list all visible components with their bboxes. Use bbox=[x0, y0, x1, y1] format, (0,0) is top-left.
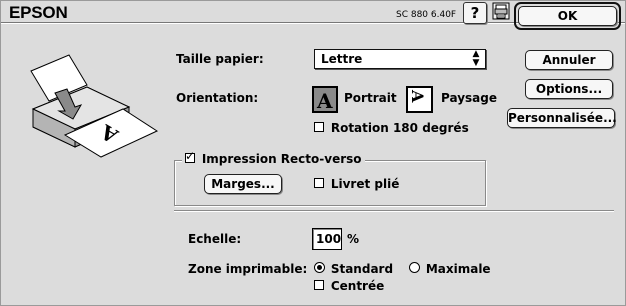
orientation-label: Orientation: bbox=[176, 91, 259, 105]
duplex-option[interactable]: Impression Recto-verso bbox=[182, 149, 365, 166]
brand-logo: EPSON bbox=[9, 3, 68, 22]
landscape-label[interactable]: Paysage bbox=[441, 91, 497, 105]
folded-booklet-checkbox[interactable] bbox=[314, 178, 324, 188]
paper-size-value: Lettre bbox=[321, 52, 363, 66]
rotate-180-checkbox[interactable] bbox=[314, 122, 324, 132]
section-divider bbox=[174, 210, 614, 212]
driver-version: SC 880 6.40F bbox=[396, 10, 457, 20]
maximal-label: Maximale bbox=[425, 262, 491, 276]
standard-label: Standard bbox=[330, 262, 394, 276]
ok-button[interactable]: OK bbox=[518, 6, 617, 26]
updown-arrows-icon: ▲ ▼ bbox=[472, 49, 480, 68]
centered-option[interactable]: Centrée bbox=[314, 279, 384, 293]
paper-size-label: Taille papier: bbox=[176, 52, 264, 66]
scale-unit: % bbox=[347, 232, 360, 246]
duplex-label: Impression Recto-verso bbox=[201, 152, 362, 166]
maximal-radio[interactable] bbox=[409, 262, 420, 273]
custom-settings-button[interactable]: Personnalisée... bbox=[507, 108, 617, 128]
cancel-button[interactable]: Annuler bbox=[525, 50, 613, 70]
svg-text:A: A bbox=[316, 89, 333, 111]
folded-booklet-option[interactable]: Livret plié bbox=[314, 177, 399, 191]
printable-area-label: Zone imprimable: bbox=[188, 262, 308, 276]
maximal-option[interactable]: Maximale bbox=[409, 262, 491, 276]
centered-label: Centrée bbox=[330, 279, 385, 293]
printer-utility-icon[interactable] bbox=[492, 2, 510, 20]
rotate-180-option[interactable]: Rotation 180 degrés bbox=[314, 121, 469, 135]
landscape-orientation-icon[interactable]: A bbox=[406, 86, 433, 113]
folded-booklet-label: Livret plié bbox=[330, 177, 400, 191]
svg-text:A: A bbox=[408, 89, 427, 103]
paper-size-select[interactable]: Lettre ▲ ▼ bbox=[314, 49, 486, 69]
printer-illustration: A bbox=[25, 49, 163, 159]
margins-button[interactable]: Marges... bbox=[204, 174, 282, 194]
rotate-180-label: Rotation 180 degrés bbox=[330, 121, 469, 135]
centered-checkbox[interactable] bbox=[314, 280, 324, 290]
help-button[interactable]: ? bbox=[463, 2, 487, 24]
page-setup-dialog: EPSON SC 880 6.40F ? OK Annuler Options.… bbox=[0, 0, 626, 306]
standard-option[interactable]: Standard bbox=[314, 262, 393, 276]
duplex-checkbox[interactable] bbox=[185, 149, 195, 163]
portrait-orientation-icon[interactable]: A bbox=[312, 86, 338, 113]
options-button[interactable]: Options... bbox=[525, 79, 613, 99]
standard-radio[interactable] bbox=[314, 262, 325, 273]
scale-input[interactable]: 100 bbox=[312, 228, 342, 250]
portrait-label[interactable]: Portrait bbox=[344, 91, 397, 105]
scale-label: Echelle: bbox=[188, 232, 242, 246]
ok-button-frame: OK bbox=[514, 2, 621, 30]
